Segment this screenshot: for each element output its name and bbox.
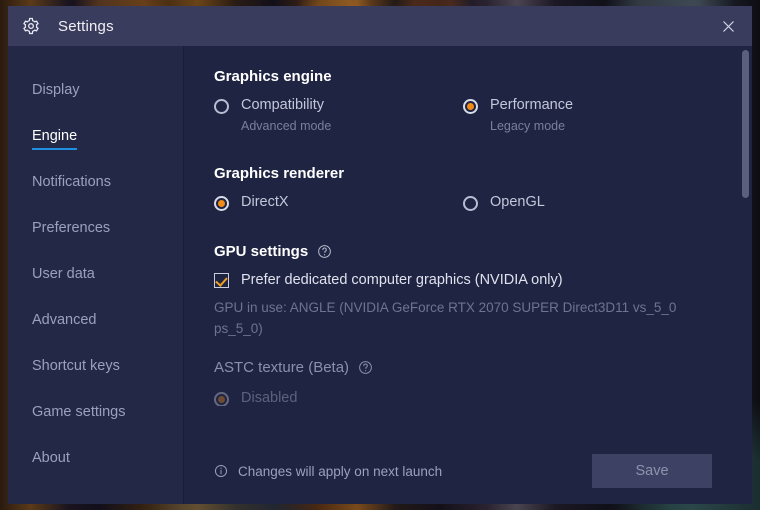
prefer-dedicated-graphics-row[interactable]: Prefer dedicated computer graphics (NVID… xyxy=(214,272,712,288)
option-label: Performance xyxy=(490,97,574,113)
sidebar-item-preferences[interactable]: Preferences xyxy=(8,206,183,252)
engine-settings-panel: Graphics engine Compatibility Advanced m… xyxy=(184,46,752,438)
scrollbar-thumb[interactable] xyxy=(742,50,749,198)
sidebar-item-label: Advanced xyxy=(32,311,97,328)
radio-astc-disabled[interactable] xyxy=(214,392,229,406)
sidebar-item-user-data[interactable]: User data xyxy=(8,252,183,298)
graphics-renderer-options: DirectX OpenGL xyxy=(214,194,712,211)
astc-texture-heading: ASTC texture (Beta) xyxy=(214,359,712,376)
scroll-fade xyxy=(184,412,752,438)
option-label: OpenGL xyxy=(490,194,545,210)
graphics-renderer-heading: Graphics renderer xyxy=(214,165,345,182)
sidebar-item-about[interactable]: About xyxy=(8,436,183,482)
graphics-engine-option-compatibility[interactable]: Compatibility Advanced mode xyxy=(214,97,463,133)
dialog-body: Display Engine Notifications Preferences… xyxy=(8,46,752,504)
graphics-renderer-option-directx[interactable]: DirectX xyxy=(214,194,463,211)
sidebar-item-label: Notifications xyxy=(32,173,111,190)
sidebar-item-label: About xyxy=(32,449,70,466)
sidebar-item-display[interactable]: Display xyxy=(8,68,183,114)
settings-dialog: Settings Display Engine Notifications Pr… xyxy=(8,6,752,504)
checkbox-label: Prefer dedicated computer graphics (NVID… xyxy=(241,272,563,288)
sidebar-item-game-settings[interactable]: Game settings xyxy=(8,390,183,436)
gpu-in-use-text: GPU in use: ANGLE (NVIDIA GeForce RTX 20… xyxy=(214,300,677,336)
close-button[interactable] xyxy=(704,6,752,46)
astc-option-disabled[interactable]: Disabled xyxy=(214,390,712,406)
sidebar-item-label: Game settings xyxy=(32,403,126,420)
info-circle-icon xyxy=(214,464,228,478)
astc-texture-title: ASTC texture (Beta) xyxy=(214,359,350,376)
sidebar-item-label: Display xyxy=(32,81,80,98)
gpu-settings-heading: GPU settings xyxy=(214,243,712,260)
save-button[interactable]: Save xyxy=(592,454,712,488)
gpu-settings-title: GPU settings xyxy=(214,243,309,260)
option-label: DirectX xyxy=(241,194,289,210)
sidebar-item-shortcut-keys[interactable]: Shortcut keys xyxy=(8,344,183,390)
sidebar-item-engine[interactable]: Engine xyxy=(8,114,183,160)
graphics-engine-option-performance[interactable]: Performance Legacy mode xyxy=(463,97,712,133)
sidebar-item-advanced[interactable]: Advanced xyxy=(8,298,183,344)
gear-icon xyxy=(22,17,40,35)
close-icon xyxy=(722,20,734,32)
footer-note: Changes will apply on next launch xyxy=(214,464,442,479)
graphics-renderer-option-opengl[interactable]: OpenGL xyxy=(463,194,712,211)
settings-content: Graphics engine Compatibility Advanced m… xyxy=(184,46,752,504)
sidebar-item-label: Shortcut keys xyxy=(32,357,120,374)
graphics-engine-heading: Graphics engine xyxy=(214,68,332,85)
sidebar-item-notifications[interactable]: Notifications xyxy=(8,160,183,206)
settings-sidebar: Display Engine Notifications Preferences… xyxy=(8,46,184,504)
help-circle-icon[interactable] xyxy=(358,360,373,375)
graphics-engine-options: Compatibility Advanced mode Performance … xyxy=(214,97,712,133)
radio-directx[interactable] xyxy=(214,196,229,211)
sidebar-item-label: Engine xyxy=(32,128,78,150)
dialog-footer: Changes will apply on next launch Save xyxy=(184,438,752,504)
sidebar-item-label: User data xyxy=(32,265,95,282)
sidebar-item-label: Preferences xyxy=(32,219,111,236)
content-scrollbar[interactable] xyxy=(742,50,749,438)
option-label: Compatibility xyxy=(241,97,324,113)
footer-note-text: Changes will apply on next launch xyxy=(238,463,443,479)
astc-texture-options: Disabled xyxy=(214,390,712,406)
radio-performance[interactable] xyxy=(463,99,478,114)
dialog-title-bar: Settings xyxy=(8,6,752,46)
option-label: Disabled xyxy=(241,390,298,406)
radio-compatibility[interactable] xyxy=(214,99,229,114)
option-sublabel: Advanced mode xyxy=(241,119,332,133)
dialog-title: Settings xyxy=(58,17,114,35)
help-circle-icon[interactable] xyxy=(317,244,332,259)
checkbox-prefer-dedicated-graphics[interactable] xyxy=(214,272,229,288)
radio-opengl[interactable] xyxy=(463,196,478,211)
option-sublabel: Legacy mode xyxy=(490,119,566,133)
